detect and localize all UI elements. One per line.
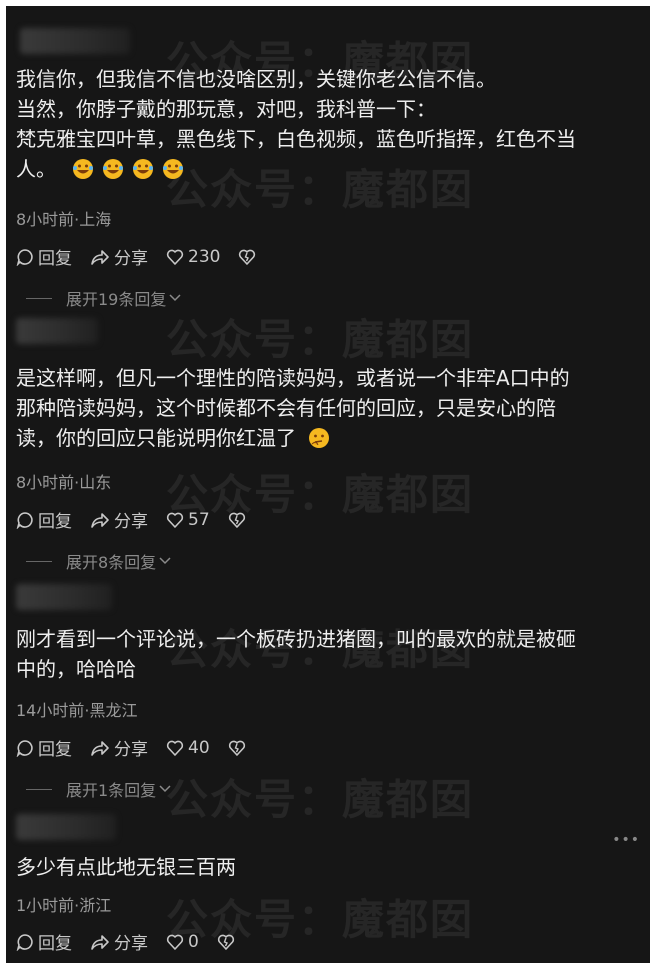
- comment-time-location: 14小时前·黑龙江: [16, 701, 138, 720]
- share-button[interactable]: 分享: [90, 244, 148, 269]
- reply-icon: [16, 511, 33, 529]
- watermark: 公众号：魔都囡: [166, 315, 475, 364]
- comment-line-with-emoji: 人。: [16, 154, 640, 184]
- share-icon: [91, 249, 109, 265]
- broken-heart-icon: [228, 512, 245, 528]
- laughing-crying-emoji-icon: [133, 159, 154, 179]
- comment-actions: 回复 分享 0: [16, 929, 257, 954]
- like-button[interactable]: 230: [166, 247, 220, 267]
- comment-line: 是这样啊，但凡一个理性的陪读妈妈，或者说一个非牢A口中的: [16, 366, 570, 390]
- comment-text: 多少有点此地无银三百两: [16, 852, 640, 882]
- chevron-down-icon: [169, 294, 181, 302]
- comment-line: 多少有点此地无银三百两: [16, 855, 236, 879]
- reply-icon: [16, 739, 33, 757]
- reply-icon: [16, 933, 33, 951]
- broken-heart-icon: [217, 934, 234, 950]
- comment-time-location: 1小时前·浙江: [16, 896, 112, 915]
- divider-line: [26, 560, 52, 562]
- comment-line: 那种陪读妈妈，这个时候都不会有任何的回应，只是安心的陪: [16, 396, 556, 420]
- expand-replies-button[interactable]: 展开1条回复: [26, 777, 172, 801]
- comment-text: 是这样啊，但凡一个理性的陪读妈妈，或者说一个非牢A口中的 那种陪读妈妈，这个时候…: [16, 363, 640, 453]
- comment-line: 中的，哈哈哈: [16, 657, 136, 681]
- share-button[interactable]: 分享: [90, 929, 148, 954]
- comment-time-location: 8小时前·上海: [16, 210, 112, 229]
- like-button[interactable]: 0: [166, 932, 199, 952]
- thinking-face-emoji-icon: [309, 428, 330, 448]
- broken-heart-icon: [239, 249, 256, 265]
- share-button[interactable]: 分享: [90, 507, 148, 532]
- comment-line: 当然，你脖子戴的那玩意，对吧，我科普一下：: [16, 97, 436, 121]
- blurred-username: [20, 28, 130, 54]
- laughing-crying-emoji-icon: [163, 159, 184, 179]
- blurred-username: [16, 318, 98, 344]
- divider-line: [26, 297, 52, 299]
- comment-line-with-emoji: 读，你的回应只能说明你红温了: [16, 423, 640, 453]
- blurred-username: [16, 814, 116, 840]
- reply-button[interactable]: 回复: [16, 507, 72, 532]
- laughing-crying-emoji-icon: [103, 159, 124, 179]
- comment-text: 刚才看到一个评论说，一个板砖扔进猪圈，叫的最欢的就是被砸 中的，哈哈哈: [16, 624, 640, 684]
- share-icon: [91, 740, 109, 756]
- comment-line: 我信你，但我信不信也没啥区别，关键你老公信不信。: [16, 67, 496, 91]
- comment-text: 我信你，但我信不信也没啥区别，关键你老公信不信。 当然，你脖子戴的那玩意，对吧，…: [16, 64, 640, 184]
- watermark: 公众号：魔都囡: [166, 775, 475, 824]
- like-button[interactable]: 57: [166, 510, 210, 530]
- dislike-button[interactable]: [228, 739, 250, 757]
- share-button[interactable]: 分享: [90, 735, 148, 760]
- comment-actions: 回复 分享 230: [16, 244, 278, 269]
- comment-time-location: 8小时前·山东: [16, 473, 112, 492]
- heart-icon: [166, 740, 184, 756]
- chevron-down-icon: [159, 785, 171, 793]
- reply-button[interactable]: 回复: [16, 929, 72, 954]
- divider-line: [26, 788, 52, 790]
- reply-button[interactable]: 回复: [16, 244, 72, 269]
- chevron-down-icon: [159, 557, 171, 565]
- comment-feed: 公众号：魔都囡 公众号：魔都囡 公众号：魔都囡 公众号：魔都囡 公众号：魔都囡 …: [6, 6, 650, 963]
- like-button[interactable]: 40: [166, 738, 210, 758]
- dislike-button[interactable]: [238, 248, 260, 266]
- more-options-icon[interactable]: •••: [612, 832, 640, 848]
- comment-actions: 回复 分享 57: [16, 507, 268, 532]
- blurred-username: [16, 584, 112, 610]
- reply-button[interactable]: 回复: [16, 735, 72, 760]
- heart-icon: [166, 934, 184, 950]
- dislike-button[interactable]: [217, 933, 239, 951]
- share-icon: [91, 934, 109, 950]
- comment-actions: 回复 分享 40: [16, 735, 268, 760]
- heart-icon: [166, 249, 184, 265]
- reply-icon: [16, 248, 33, 266]
- expand-replies-button[interactable]: 展开19条回复: [26, 286, 182, 310]
- expand-replies-button[interactable]: 展开8条回复: [26, 549, 172, 573]
- comment-line: 刚才看到一个评论说，一个板砖扔进猪圈，叫的最欢的就是被砸: [16, 627, 576, 651]
- share-icon: [91, 512, 109, 528]
- dislike-button[interactable]: [228, 511, 250, 529]
- comment-line: 梵克雅宝四叶草，黑色线下，白色视频，蓝色听指挥，红色不当: [16, 127, 576, 151]
- laughing-crying-emoji-icon: [73, 159, 94, 179]
- broken-heart-icon: [228, 740, 245, 756]
- heart-icon: [166, 512, 184, 528]
